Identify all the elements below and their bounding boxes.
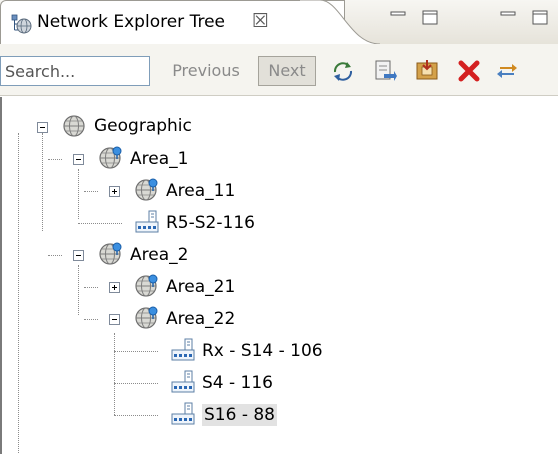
minimize-icon[interactable] [499,8,517,26]
site-icon [171,370,195,393]
globe-pin-icon [134,177,160,203]
tree-node-area-1[interactable]: Area_1 [130,148,188,170]
maximize-icon[interactable] [531,8,549,26]
collapse-toggle-icon[interactable] [109,314,120,325]
search-toolbar: Previous Next [0,44,558,96]
network-tree-icon [11,14,32,34]
import-icon[interactable] [414,58,440,84]
collapse-toggle-icon[interactable] [37,122,48,133]
tree-node-area-11[interactable]: Area_11 [166,180,235,202]
tree-node-r5-s2-116[interactable]: R5-S2-116 [166,212,255,234]
network-tree: Geographic Area_1 Area_11 R5-S2-116 Area… [0,97,558,454]
tree-node-area-22[interactable]: Area_22 [166,308,235,330]
globe-pin-icon [134,305,160,331]
collapse-toggle-icon[interactable] [73,250,84,261]
tree-node-area-2[interactable]: Area_2 [130,244,188,266]
tab-title: Network Explorer Tree [37,12,225,32]
tree-node-s16-88[interactable]: S16 - 88 [202,404,277,426]
close-icon[interactable]: ☒ [252,10,269,32]
previous-button[interactable]: Previous [160,56,252,86]
site-icon [135,210,159,233]
delete-icon[interactable] [456,58,482,84]
globe-icon [63,115,85,137]
expand-toggle-icon[interactable] [109,186,120,197]
network-explorer-tab[interactable]: Network Explorer Tree ☒ [0,0,345,44]
export-icon[interactable] [372,58,398,84]
view-tab-bar: Network Explorer Tree ☒ [0,0,558,44]
tree-node-area-21[interactable]: Area_21 [166,276,235,298]
maximize-icon[interactable] [421,8,439,26]
next-button[interactable]: Next [258,56,316,86]
globe-pin-icon [98,241,124,267]
collapse-toggle-icon[interactable] [73,154,84,165]
search-input[interactable] [0,56,150,86]
tree-node-rx-s14-106[interactable]: Rx - S14 - 106 [202,340,323,362]
tab-edge-curve [300,0,380,44]
expand-toggle-icon[interactable] [109,282,120,293]
globe-pin-icon [134,273,160,299]
refresh-icon[interactable] [330,58,356,84]
globe-pin-icon [98,145,124,171]
site-icon [171,338,195,361]
tree-node-geographic[interactable]: Geographic [94,115,192,137]
minimize-icon[interactable] [389,8,407,26]
site-icon [171,402,195,425]
tree-node-s4-116[interactable]: S4 - 116 [202,372,273,394]
sync-icon[interactable] [494,58,520,84]
